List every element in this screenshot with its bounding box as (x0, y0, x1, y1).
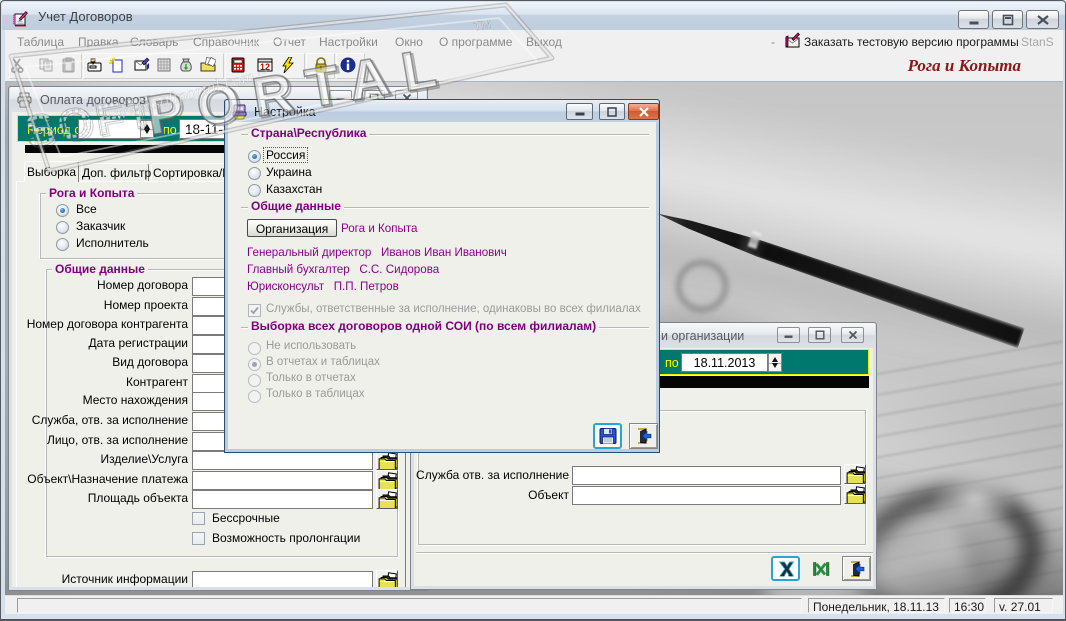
svg-text:12: 12 (260, 62, 270, 72)
